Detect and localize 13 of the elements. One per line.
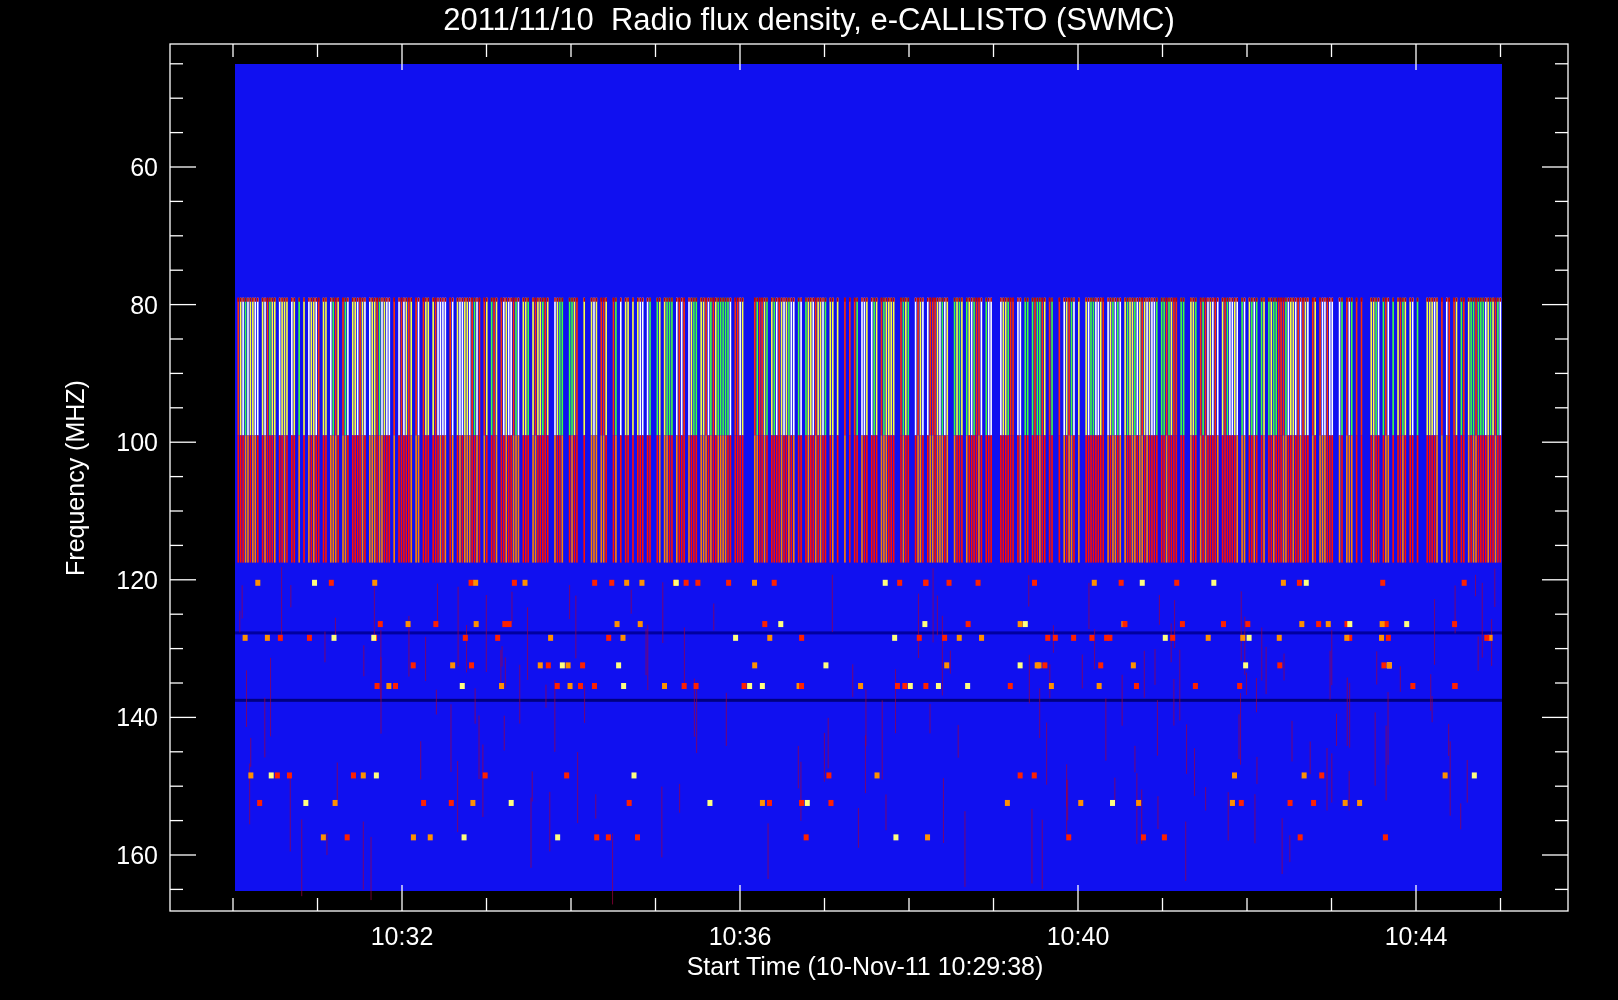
x-tick-label: 10:36	[707, 921, 773, 951]
y-tick-label: 120	[115, 564, 158, 595]
x-tick-label: 10:40	[1045, 921, 1111, 951]
y-tick-label: 100	[115, 427, 158, 458]
x-tick-label: 10:32	[369, 921, 435, 951]
x-axis-label: Start Time (10-Nov-11 10:29:38)	[685, 951, 1045, 981]
y-tick-label: 80	[129, 289, 158, 320]
x-tick-label: 10:44	[1383, 921, 1449, 951]
y-tick-label: 60	[129, 152, 158, 182]
y-tick-label: 160	[115, 840, 158, 870]
y-axis-label: Frequency (MHZ)	[60, 379, 90, 578]
y-tick-label: 140	[115, 702, 158, 733]
chart-title: 2011/11/10 Radio flux density, e-CALLISTO (SWMC)	[443, 1, 1175, 39]
